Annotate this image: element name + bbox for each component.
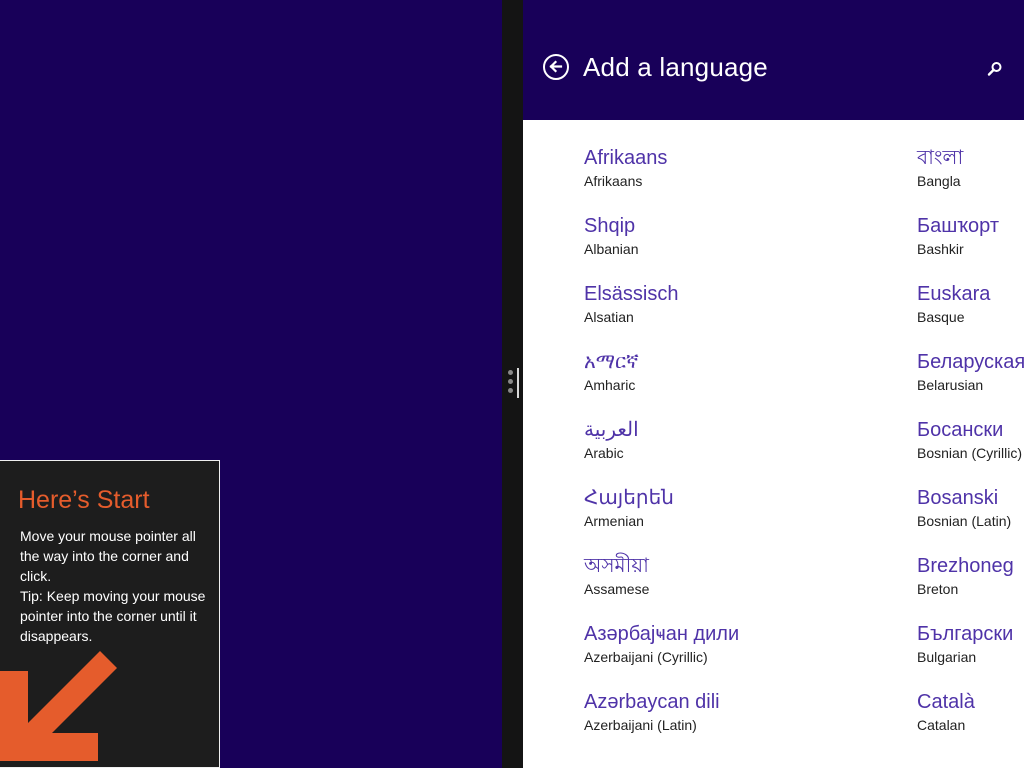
language-english-name: Bashkir <box>917 241 964 257</box>
language-item[interactable]: Босански Bosnian (Cyrillic) <box>917 418 1024 486</box>
app-header: Add a language <box>523 0 1024 120</box>
add-language-app: Add a language Afrikaans Afrikaans Shqip Al… <box>523 0 1024 768</box>
language-english-name: Bangla <box>917 173 961 189</box>
language-item[interactable]: Азәрбајҹан дили Azerbaijani (Cyrillic) <box>584 622 739 690</box>
start-tip-flyout: Here’s Start Move your mouse pointer all… <box>0 460 220 768</box>
language-native-name: አማርኛ <box>584 351 639 373</box>
language-native-name: Brezhoneg <box>917 555 1014 577</box>
language-english-name: Assamese <box>584 581 650 597</box>
grip-dot <box>508 370 513 375</box>
language-item[interactable]: Shqip Albanian <box>584 214 739 282</box>
language-native-name: Български <box>917 623 1014 645</box>
language-native-name: Euskara <box>917 283 991 305</box>
page-title: Add a language <box>583 52 768 82</box>
tip-title: Here’s Start <box>18 486 150 514</box>
language-item[interactable]: বাংলা Bangla <box>917 146 1024 214</box>
language-english-name: Catalan <box>917 717 966 733</box>
language-item[interactable]: Bosanski Bosnian (Latin) <box>917 486 1024 554</box>
language-english-name: Alsatian <box>584 309 634 325</box>
language-native-name: Беларуская <box>917 351 1024 373</box>
language-native-name: Elsässisch <box>584 283 679 305</box>
language-english-name: Bulgarian <box>917 649 977 665</box>
language-native-name: Català <box>917 691 975 713</box>
language-english-name: Basque <box>917 309 965 325</box>
search-button[interactable] <box>986 60 1004 78</box>
language-native-name: Հայերեն <box>584 487 674 509</box>
language-list: Afrikaans Afrikaans Shqip Albanian Elsässisc… <box>523 120 1024 768</box>
language-native-name: العربية <box>584 419 639 441</box>
language-english-name: Belarusian <box>917 377 984 393</box>
tip-instruction: Move your mouse pointer all the way into… <box>20 528 196 584</box>
split-grip-line[interactable] <box>517 368 519 398</box>
grip-dot <box>508 379 513 384</box>
language-native-name: অসমীয়া <box>584 555 649 577</box>
language-native-name: Azərbaycan dili <box>584 691 720 713</box>
tip-body: Move your mouse pointer all the way into… <box>20 526 215 646</box>
language-native-name: Башҡорт <box>917 215 999 237</box>
language-item[interactable]: Azərbaycan dili Azerbaijani (Latin) <box>584 690 739 758</box>
language-item[interactable]: العربية Arabic <box>584 418 739 486</box>
language-item[interactable]: Башҡорт Bashkir <box>917 214 1024 282</box>
arrow-down-left-icon <box>0 651 117 761</box>
language-item[interactable]: አማርኛ Amharic <box>584 350 739 418</box>
language-native-name: Босански <box>917 419 1004 441</box>
language-native-name: Азәрбајҹан дили <box>584 623 740 645</box>
language-english-name: Armenian <box>584 513 644 529</box>
language-item[interactable]: Български Bulgarian <box>917 622 1024 690</box>
language-item[interactable]: Euskara Basque <box>917 282 1024 350</box>
language-english-name: Breton <box>917 581 959 597</box>
language-native-name: Shqip <box>584 215 636 237</box>
language-item[interactable]: Afrikaans Afrikaans <box>584 146 739 214</box>
search-icon <box>987 62 1002 76</box>
language-column-1: Afrikaans Afrikaans Shqip Albanian Elsässisc… <box>584 146 739 758</box>
language-item[interactable]: Elsässisch Alsatian <box>584 282 739 350</box>
language-english-name: Afrikaans <box>584 173 643 189</box>
language-item[interactable]: Brezhoneg Breton <box>917 554 1024 622</box>
language-english-name: Arabic <box>584 445 624 461</box>
language-english-name: Albanian <box>584 241 639 257</box>
language-item[interactable]: Беларуская Belarusian <box>917 350 1024 418</box>
language-column-2: বাংলা Bangla Башҡорт Bashkir Euskara Basque Бе… <box>917 146 1024 758</box>
language-english-name: Bosnian (Latin) <box>917 513 1012 529</box>
language-item[interactable]: Català Catalan <box>917 690 1024 758</box>
language-english-name: Azerbaijani (Cyrillic) <box>584 649 708 665</box>
language-item[interactable]: Հայերեն Armenian <box>584 486 739 554</box>
back-arrow-icon <box>549 60 563 73</box>
tip-hint: Tip: Keep moving your mouse pointer into… <box>20 588 206 644</box>
language-english-name: Amharic <box>584 377 636 393</box>
language-native-name: বাংলা <box>917 147 964 169</box>
language-english-name: Azerbaijani (Latin) <box>584 717 697 733</box>
language-native-name: Afrikaans <box>584 147 668 169</box>
grip-dot <box>508 388 513 393</box>
language-english-name: Bosnian (Cyrillic) <box>917 445 1023 461</box>
split-grip-handle[interactable] <box>508 370 514 398</box>
back-button[interactable] <box>543 54 569 80</box>
language-item[interactable]: অসমীয়া Assamese <box>584 554 739 622</box>
language-native-name: Bosanski <box>917 487 999 509</box>
